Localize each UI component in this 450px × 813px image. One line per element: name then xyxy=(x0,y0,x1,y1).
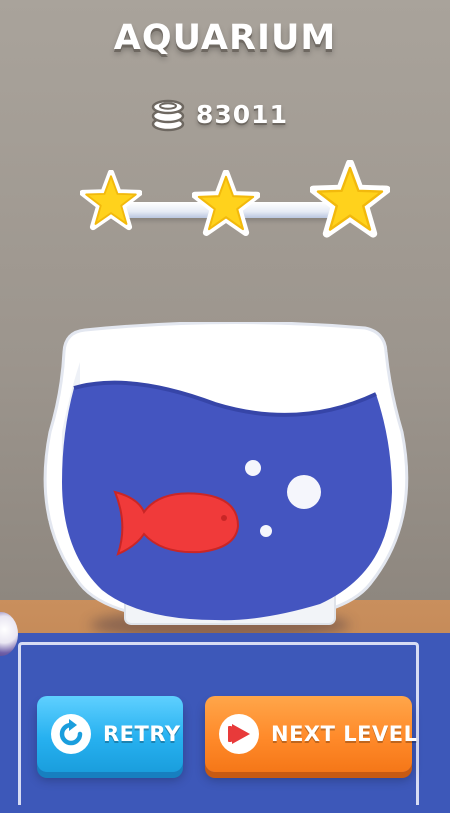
retry-label: RETRY xyxy=(103,722,181,746)
coin-counter: 83011 xyxy=(148,94,288,134)
star-icon xyxy=(192,170,260,236)
coin-count: 83011 xyxy=(196,99,288,129)
retry-button[interactable]: RETRY xyxy=(37,696,183,772)
star-icon xyxy=(310,160,390,238)
level-title: AQUARIUM xyxy=(113,18,337,58)
next-level-button[interactable]: NEXT LEVEL xyxy=(205,696,417,772)
star-icon xyxy=(80,170,142,231)
play-icon xyxy=(219,714,259,754)
coin-stack-icon xyxy=(151,99,185,132)
next-level-label: NEXT LEVEL xyxy=(271,722,418,746)
retry-icon xyxy=(51,714,91,754)
fish-bowl xyxy=(43,322,409,625)
